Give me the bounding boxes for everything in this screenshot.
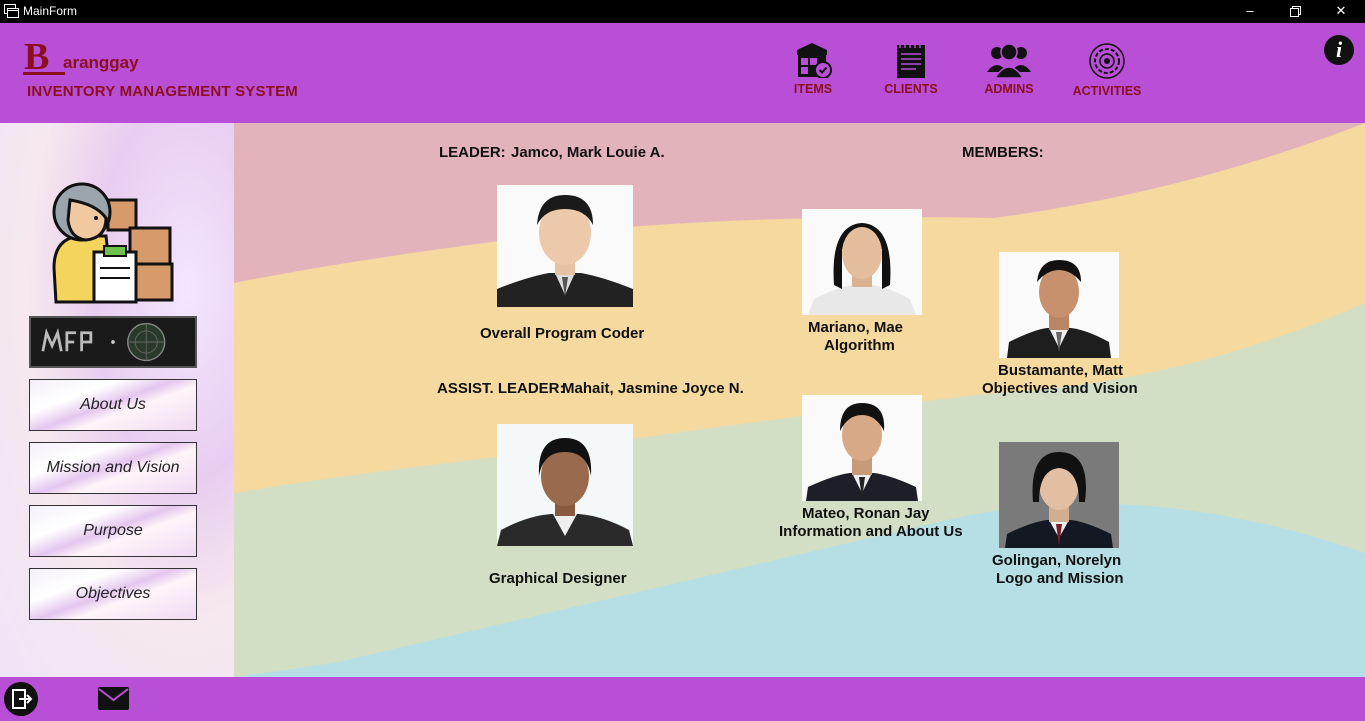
clients-icon xyxy=(897,42,925,78)
member-bustamante-role: Objectives and Vision xyxy=(982,380,1138,397)
leader-label: LEADER: xyxy=(439,144,506,161)
nav-admins-label: ADMINS xyxy=(984,82,1034,96)
member-bustamante-photo xyxy=(999,252,1119,358)
nav-clients-label: CLIENTS xyxy=(884,82,938,96)
logo-underline xyxy=(23,72,65,75)
app-subtitle: INVENTORY MANAGEMENT SYSTEM xyxy=(27,83,298,100)
nav-clients-button[interactable]: CLIENTS xyxy=(868,42,954,104)
leader-name: Jamco, Mark Louie A. xyxy=(511,144,665,161)
nav-activities-button[interactable]: ACTIVITIES xyxy=(1064,42,1150,104)
mail-icon[interactable] xyxy=(98,687,129,710)
member-golingan-role: Logo and Mission xyxy=(996,570,1124,587)
assist-leader-name: Mahait, Jasmine Joyce N. xyxy=(562,380,744,397)
member-mateo-photo xyxy=(802,395,922,501)
member-mariano-role: Algorithm xyxy=(824,337,895,354)
member-golingan-name: Golingan, Norelyn xyxy=(992,552,1122,569)
member-mariano-photo xyxy=(802,209,922,315)
member-golingan-photo xyxy=(999,442,1119,548)
restore-button[interactable] xyxy=(1285,2,1305,20)
mission-vision-button[interactable]: Mission and Vision xyxy=(29,442,197,494)
leader-photo xyxy=(497,185,633,307)
app-footer xyxy=(0,677,1365,721)
leader-role: Overall Program Coder xyxy=(480,325,645,342)
admins-icon xyxy=(987,43,1031,78)
objectives-button[interactable]: Objectives xyxy=(29,568,197,620)
member-mariano-name: Mariano, Mae xyxy=(808,319,904,336)
app-window-icon xyxy=(4,4,19,18)
assist-leader-role: Graphical Designer xyxy=(489,570,627,587)
nav-items-label: ITEMS xyxy=(793,82,833,96)
company-logo-badge xyxy=(29,316,197,368)
wavy-background xyxy=(234,123,1365,677)
window-title: MainForm xyxy=(23,4,78,18)
assist-leader-label: ASSIST. LEADER: xyxy=(437,380,565,397)
items-icon xyxy=(797,43,832,78)
inventory-worker-illustration xyxy=(52,182,174,304)
members-label: MEMBERS: xyxy=(962,144,1044,161)
nav-activities-label: ACTIVITIES xyxy=(1072,84,1142,98)
purpose-button[interactable]: Purpose xyxy=(29,505,197,557)
about-us-button[interactable]: About Us xyxy=(29,379,197,431)
minimize-button[interactable]: – xyxy=(1240,2,1260,20)
member-bustamante-name: Bustamante, Matt xyxy=(998,362,1124,379)
logo-word: aranggay xyxy=(63,53,139,72)
window-titlebar: MainForm – ✕ xyxy=(0,0,1365,23)
nav-items-button[interactable]: ITEMS xyxy=(770,42,856,104)
member-mateo-name: Mateo, Ronan Jay xyxy=(802,505,930,522)
logout-icon[interactable] xyxy=(4,682,38,716)
restore-icon xyxy=(1289,6,1301,17)
assist-leader-photo xyxy=(497,424,633,546)
member-mateo-role: Information and About Us xyxy=(779,523,963,540)
close-button[interactable]: ✕ xyxy=(1331,2,1351,20)
team-panel: LEADER: Jamco, Mark Louie A. MEMBERS: Ov… xyxy=(234,123,1365,677)
app-header xyxy=(0,23,1365,123)
sidebar: About Us Mission and Vision Purpose Obje… xyxy=(0,123,234,677)
info-icon[interactable]: i xyxy=(1324,35,1354,65)
logo-letter: B xyxy=(24,36,50,78)
activities-icon xyxy=(1089,43,1125,79)
nav-admins-button[interactable]: ADMINS xyxy=(966,42,1052,104)
